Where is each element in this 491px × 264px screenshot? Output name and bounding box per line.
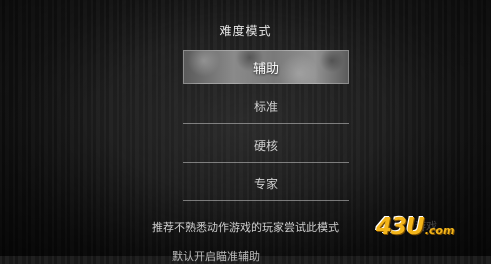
option-label: 辅助 [252,61,279,77]
mode-description-extra: 默认开启瞄准辅助 [172,250,260,263]
watermark-suffix: .com [424,224,455,237]
site-watermark-logo: 43U .com [376,214,486,244]
option-label: 标准 [253,100,278,114]
option-label: 专家 [253,177,278,191]
watermark-main-text: 43U [376,214,425,240]
option-label: 硬核 [253,139,278,153]
difficulty-option-expert[interactable]: 专家 [183,167,349,201]
difficulty-option-standard[interactable]: 标准 [183,90,349,124]
difficulty-option-hardcore[interactable]: 硬核 [183,129,349,163]
menu-title: 难度模式 [219,24,272,38]
difficulty-option-assist[interactable]: 辅助 [183,50,349,84]
